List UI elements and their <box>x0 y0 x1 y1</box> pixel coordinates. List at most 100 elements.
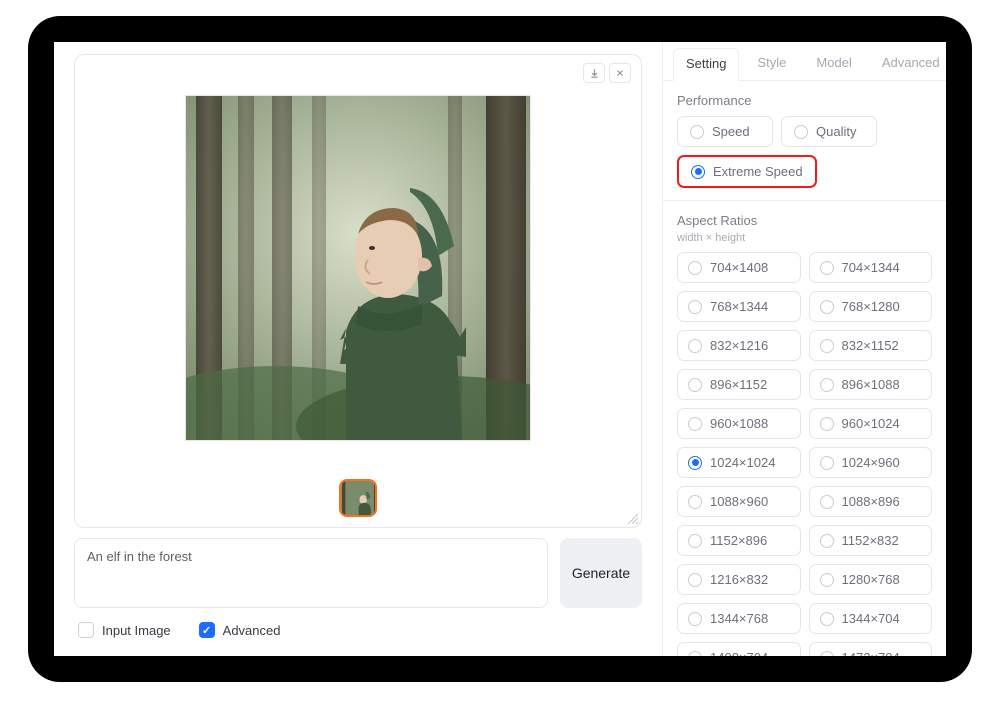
aspect-option[interactable]: 1408×704 <box>677 642 801 656</box>
radio-icon <box>688 612 702 626</box>
aspect-option-label: 1216×832 <box>710 572 768 587</box>
radio-icon <box>820 456 834 470</box>
tab-setting[interactable]: Setting <box>673 48 739 81</box>
advanced-label: Advanced <box>223 623 281 638</box>
performance-option-label: Speed <box>712 124 750 139</box>
aspect-option[interactable]: 1152×832 <box>809 525 933 556</box>
radio-icon <box>820 651 834 657</box>
aspect-option-label: 1280×768 <box>842 572 900 587</box>
radio-icon <box>820 261 834 275</box>
aspect-option[interactable]: 832×1152 <box>809 330 933 361</box>
checkbox-checked-icon <box>199 622 215 638</box>
sidebar-scroll[interactable]: Performance Speed Quality Extreme Speed As… <box>663 81 946 656</box>
radio-icon <box>820 495 834 509</box>
tab-style[interactable]: Style <box>745 48 798 80</box>
aspect-option-label: 1024×1024 <box>710 455 775 470</box>
aspect-option[interactable]: 960×1024 <box>809 408 933 439</box>
settings-sidebar: Setting Style Model Advanced Performance… <box>662 42 946 656</box>
aspect-option[interactable]: 832×1216 <box>677 330 801 361</box>
app-screen: Generate Input Image Advanced Setting St… <box>54 42 946 656</box>
aspect-option[interactable]: 768×1280 <box>809 291 933 322</box>
aspect-option[interactable]: 1280×768 <box>809 564 933 595</box>
radio-icon <box>688 651 702 657</box>
radio-icon <box>820 417 834 431</box>
radio-icon <box>820 378 834 392</box>
aspect-option[interactable]: 1152×896 <box>677 525 801 556</box>
input-image-label: Input Image <box>102 623 171 638</box>
tab-advanced[interactable]: Advanced <box>870 48 946 80</box>
aspect-option-label: 1344×768 <box>710 611 768 626</box>
aspect-option[interactable]: 1344×768 <box>677 603 801 634</box>
preview-card <box>74 54 642 528</box>
aspect-option-label: 1408×704 <box>710 650 768 656</box>
aspect-title: Aspect Ratios <box>677 213 932 228</box>
radio-icon <box>820 573 834 587</box>
performance-option-label: Extreme Speed <box>713 164 803 179</box>
thumbnail-selected[interactable] <box>339 479 377 517</box>
radio-icon <box>820 300 834 314</box>
aspect-section: Aspect Ratios width × height 704×1408 704… <box>663 201 946 656</box>
preview-image-wrap <box>83 63 633 477</box>
aspect-option[interactable]: 896×1152 <box>677 369 801 400</box>
radio-icon <box>688 456 702 470</box>
generated-image <box>186 96 531 441</box>
radio-icon <box>688 261 702 275</box>
device-frame: Generate Input Image Advanced Setting St… <box>28 16 972 682</box>
aspect-option[interactable]: 1024×1024 <box>677 447 801 478</box>
aspect-option[interactable]: 704×1408 <box>677 252 801 283</box>
radio-icon <box>688 573 702 587</box>
tab-model[interactable]: Model <box>804 48 863 80</box>
performance-option[interactable]: Extreme Speed <box>677 155 817 188</box>
advanced-checkbox[interactable]: Advanced <box>199 622 281 638</box>
aspect-option[interactable]: 1024×960 <box>809 447 933 478</box>
aspect-option-label: 1344×704 <box>842 611 900 626</box>
radio-icon <box>688 495 702 509</box>
close-icon <box>615 68 625 78</box>
performance-option-label: Quality <box>816 124 856 139</box>
prompt-input[interactable] <box>74 538 548 608</box>
radio-icon <box>820 339 834 353</box>
aspect-option-label: 896×1088 <box>842 377 900 392</box>
aspect-option-label: 960×1024 <box>842 416 900 431</box>
performance-options: Speed Quality Extreme Speed <box>677 116 932 188</box>
aspect-option[interactable]: 1216×832 <box>677 564 801 595</box>
radio-icon <box>820 534 834 548</box>
preview-actions <box>583 63 631 83</box>
aspect-option[interactable]: 1344×704 <box>809 603 933 634</box>
aspect-option-label: 1152×832 <box>842 533 899 548</box>
aspect-option[interactable]: 704×1344 <box>809 252 933 283</box>
aspect-option-label: 1088×960 <box>710 494 768 509</box>
aspect-option[interactable]: 1088×896 <box>809 486 933 517</box>
aspect-option[interactable]: 1472×704 <box>809 642 933 656</box>
aspect-option-label: 768×1280 <box>842 299 900 314</box>
aspect-option-label: 1152×896 <box>710 533 767 548</box>
aspect-option-label: 832×1216 <box>710 338 768 353</box>
input-image-checkbox[interactable]: Input Image <box>78 622 171 638</box>
aspect-option[interactable]: 960×1088 <box>677 408 801 439</box>
aspect-option-label: 704×1408 <box>710 260 768 275</box>
aspect-option-label: 768×1344 <box>710 299 768 314</box>
prompt-row: Generate <box>74 538 642 608</box>
checkbox-icon <box>78 622 94 638</box>
options-row: Input Image Advanced <box>74 622 642 638</box>
aspect-option[interactable]: 1088×960 <box>677 486 801 517</box>
aspect-option-label: 832×1152 <box>842 338 899 353</box>
radio-icon <box>690 125 704 139</box>
performance-option[interactable]: Speed <box>677 116 773 147</box>
generate-button[interactable]: Generate <box>560 538 642 608</box>
performance-title: Performance <box>677 93 932 108</box>
thumbnail-image <box>341 481 377 517</box>
aspect-option[interactable]: 896×1088 <box>809 369 933 400</box>
performance-option[interactable]: Quality <box>781 116 877 147</box>
close-button[interactable] <box>609 63 631 83</box>
preview-image[interactable] <box>185 95 531 441</box>
radio-icon <box>691 165 705 179</box>
aspect-option-label: 1088×896 <box>842 494 900 509</box>
radio-icon <box>688 417 702 431</box>
main-panel: Generate Input Image Advanced <box>54 42 662 656</box>
download-button[interactable] <box>583 63 605 83</box>
thumbnail-strip <box>83 477 633 519</box>
aspect-sub: width × height <box>677 232 932 244</box>
aspect-option-label: 1472×704 <box>842 650 900 656</box>
aspect-option[interactable]: 768×1344 <box>677 291 801 322</box>
